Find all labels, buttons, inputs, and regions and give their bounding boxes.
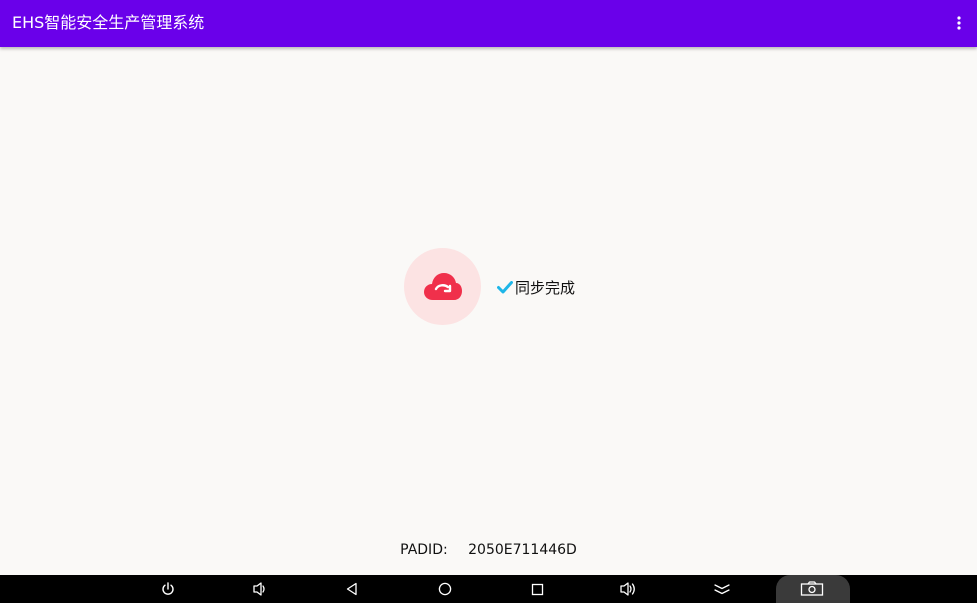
padid-value: 2050E711446D — [468, 542, 577, 558]
sync-status: 同步完成 — [497, 276, 575, 298]
collapse-icon — [714, 584, 730, 595]
padid-label: PADID: — [400, 542, 448, 558]
volume-down-button[interactable] — [248, 579, 272, 599]
back-button[interactable] — [340, 579, 364, 599]
screenshot-icon-wrap — [800, 579, 824, 599]
volume-up-icon — [620, 582, 635, 596]
power-button[interactable] — [156, 579, 180, 599]
volume-down-icon — [253, 582, 265, 596]
check-icon — [497, 279, 513, 295]
home-icon — [438, 582, 452, 596]
main-content: 同步完成 PADID: 2050E711446D — [0, 47, 977, 575]
screenshot-icon — [800, 581, 824, 596]
recents-icon — [531, 583, 543, 595]
screenshot-button[interactable] — [776, 575, 850, 603]
app-title: EHS智能安全生产管理系统 — [12, 13, 205, 32]
more-vert-icon — [957, 16, 961, 30]
overflow-menu-button[interactable] — [949, 11, 969, 35]
volume-up-button[interactable] — [617, 579, 641, 599]
collapse-button[interactable] — [710, 579, 734, 599]
app-bar: EHS智能安全生产管理系统 — [0, 0, 977, 47]
power-icon — [162, 582, 174, 595]
home-button[interactable] — [433, 579, 457, 599]
sync-button[interactable] — [404, 248, 481, 325]
back-icon — [346, 582, 357, 596]
device-id-row: PADID: 2050E711446D — [0, 541, 977, 559]
sync-status-text: 同步完成 — [515, 278, 576, 297]
recents-button[interactable] — [525, 579, 549, 599]
system-nav-bar — [0, 575, 977, 603]
cloud-sync-icon — [423, 272, 462, 300]
